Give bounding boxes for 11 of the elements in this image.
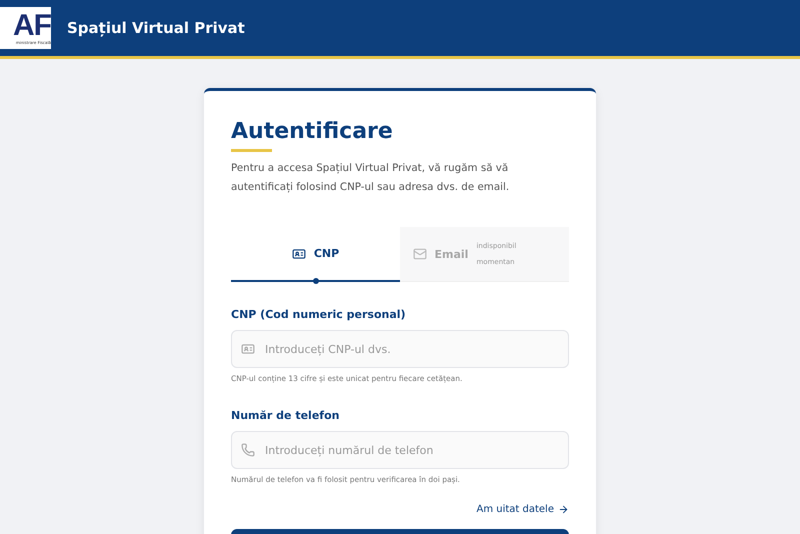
app-title: Spațiul Virtual Privat bbox=[67, 19, 245, 37]
intro-text: Pentru a accesa Spațiul Virtual Privat, vă rugăm să vă autentificați folosind CNP-ul sau adresa dvs. de email. bbox=[231, 161, 510, 195]
input-box[interactable]: Introduceți CNP-ul dvs. bbox=[231, 330, 569, 368]
card-title: Autentificare bbox=[231, 119, 393, 144]
input-box[interactable]: Introduceți numărul de telefon bbox=[231, 431, 569, 469]
input-field[interactable]: Introduceți CNP-ul dvs. bbox=[263, 342, 559, 356]
field-label: Număr de telefon bbox=[231, 409, 340, 422]
input-field[interactable]: Introduceți numărul de telefon bbox=[263, 442, 559, 458]
logo-mark: AF bbox=[13, 12, 51, 40]
field-label: CNP (Cod numeric personal) bbox=[231, 308, 407, 321]
forgot-link[interactable]: Am uitat datele bbox=[231, 504, 569, 515]
